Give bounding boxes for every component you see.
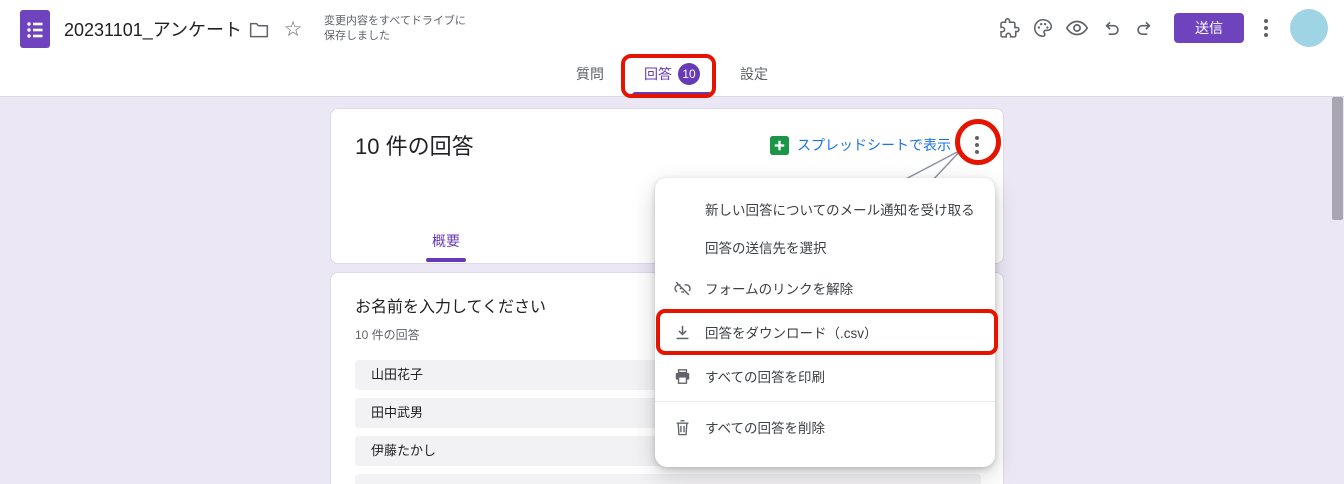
- document-title[interactable]: 20231101_アンケート: [64, 16, 242, 42]
- menu-item-delete-all[interactable]: すべての回答を削除: [655, 405, 995, 449]
- header-more-options-button[interactable]: [1254, 16, 1278, 40]
- responses-options-menu: 新しい回答についてのメール通知を受け取る 回答の送信先を選択 フォームのリンクを…: [655, 178, 995, 467]
- undo-button[interactable]: [1094, 11, 1128, 45]
- account-avatar[interactable]: [1290, 9, 1328, 47]
- palette-icon: [1032, 17, 1054, 39]
- tab-settings[interactable]: 設定: [728, 52, 780, 96]
- puzzle-icon: [998, 17, 1020, 39]
- tab-questions[interactable]: 質問: [564, 52, 616, 96]
- tab-summary[interactable]: 概要: [423, 231, 469, 262]
- vertical-scrollbar-thumb[interactable]: [1332, 97, 1343, 220]
- theme-button[interactable]: [1026, 11, 1060, 45]
- responses-count-title: 10 件の回答: [355, 129, 474, 161]
- menu-divider: [655, 401, 995, 402]
- star-icon: ☆: [284, 19, 303, 40]
- move-to-folder-button[interactable]: [242, 12, 276, 46]
- undo-icon: [1100, 17, 1122, 39]
- eye-icon: [1065, 16, 1089, 40]
- tab-responses[interactable]: 回答 10: [632, 52, 712, 96]
- responses-count-badge: 10: [678, 63, 700, 85]
- menu-item-print-all[interactable]: すべての回答を印刷: [655, 354, 995, 398]
- addons-button[interactable]: [992, 11, 1026, 45]
- print-icon: [673, 367, 692, 386]
- menu-item-unlink-form[interactable]: フォームのリンクを解除: [655, 266, 995, 310]
- google-forms-responses-page: 20231101_アンケート ☆ 変更内容をすべてドライブに 保存しました: [0, 0, 1344, 484]
- redo-button[interactable]: [1128, 11, 1162, 45]
- menu-item-download-csv[interactable]: 回答をダウンロード（.csv）: [655, 310, 995, 354]
- form-tabs: 質問 回答 10 設定: [556, 52, 788, 96]
- summary-tab-underline: [426, 258, 466, 262]
- view-in-sheets-link[interactable]: スプレッドシートで表示: [770, 135, 951, 155]
- save-status: 変更内容をすべてドライブに 保存しました: [324, 14, 466, 44]
- app-header: 20231101_アンケート ☆ 変更内容をすべてドライブに 保存しました: [0, 0, 1344, 97]
- sheets-icon: [770, 136, 789, 155]
- star-button[interactable]: ☆: [276, 12, 310, 46]
- unlink-icon: [673, 279, 692, 298]
- folder-icon: [249, 21, 269, 38]
- responses-more-options-button[interactable]: [965, 133, 989, 157]
- trash-icon: [673, 418, 692, 437]
- preview-button[interactable]: [1060, 11, 1094, 45]
- answer-row-partial: [355, 474, 981, 484]
- redo-icon: [1134, 17, 1156, 39]
- menu-item-select-destination[interactable]: 回答の送信先を選択: [655, 228, 995, 266]
- menu-item-email-notifications[interactable]: 新しい回答についてのメール通知を受け取る: [655, 190, 995, 228]
- download-icon: [673, 323, 692, 342]
- send-button[interactable]: 送信: [1174, 13, 1244, 43]
- google-forms-logo-icon: [20, 10, 50, 48]
